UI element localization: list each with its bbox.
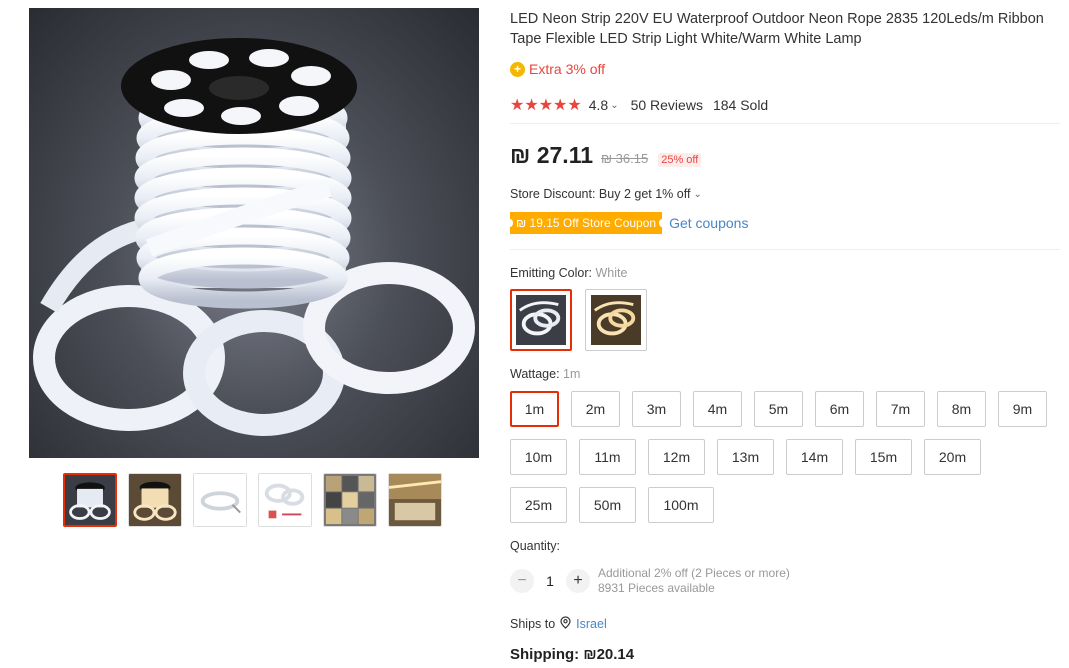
get-coupons-link[interactable]: Get coupons	[669, 215, 748, 231]
wattage-option-2m[interactable]: 2m	[571, 391, 620, 427]
wattage-option-14m[interactable]: 14m	[786, 439, 843, 475]
quantity-input[interactable]: 1	[534, 573, 566, 589]
wattage-option-7m[interactable]: 7m	[876, 391, 925, 427]
wattage-option-13m[interactable]: 13m	[717, 439, 774, 475]
bulk-discount-text: Additional 2% off (2 Pieces or more)	[598, 566, 790, 580]
shipping-cost: Shipping: ₪20.14	[510, 646, 635, 663]
extra-discount-text: Extra 3% off	[529, 61, 606, 77]
wattage-option-10m[interactable]: 10m	[510, 439, 567, 475]
color-selected-value: White	[595, 266, 628, 280]
coupon-row: ₪ 19.15 Off Store Coupon Get coupons	[506, 212, 748, 234]
thumbnail-1[interactable]	[63, 473, 117, 527]
product-main-image[interactable]	[29, 8, 479, 458]
ship-country-link[interactable]: Israel	[576, 617, 607, 631]
store-discount-text: Store Discount: Buy 2 get 1% off	[510, 187, 691, 201]
quantity-stepper: − 1 + Additional 2% off (2 Pieces or mor…	[510, 566, 790, 596]
plus-coin-icon: +	[510, 61, 525, 77]
quantity-note: Additional 2% off (2 Pieces or more) 893…	[598, 566, 790, 596]
extra-discount: + Extra 3% off	[510, 61, 605, 77]
wattage-option-9m[interactable]: 9m	[998, 391, 1047, 427]
wattage-option-12m[interactable]: 12m	[648, 439, 705, 475]
wattage-option-5m[interactable]: 5m	[754, 391, 803, 427]
chevron-down-icon: ⌄	[693, 188, 702, 200]
wattage-option-11m[interactable]: 11m	[579, 439, 636, 475]
thumbnail-5[interactable]	[323, 473, 377, 527]
stock-available-text: 8931 Pieces available	[598, 581, 715, 595]
wattage-option-8m[interactable]: 8m	[937, 391, 986, 427]
ships-to: Ships to Israel	[510, 616, 607, 632]
wattage-option-1m[interactable]: 1m	[510, 391, 559, 427]
color-swatches	[510, 289, 647, 351]
thumbnail-4[interactable]	[258, 473, 312, 527]
product-title: LED Neon Strip 220V EU Waterproof Outdoo…	[510, 11, 1044, 47]
color-label: Emitting Color: White	[510, 266, 627, 280]
divider	[510, 249, 1060, 250]
wattage-option-100m[interactable]: 100m	[648, 487, 714, 523]
rating-row: ★★★★★ 4.8 ⌄ 50 Reviews 184 Sold	[510, 95, 768, 115]
wattage-option-50m[interactable]: 50m	[579, 487, 636, 523]
wattage-label: Wattage: 1m	[510, 367, 580, 381]
star-icon: ★★★★★	[510, 97, 582, 114]
wattage-option-20m[interactable]: 20m	[924, 439, 981, 475]
discount-badge: 25% off	[658, 153, 702, 167]
wattage-option-4m[interactable]: 4m	[693, 391, 742, 427]
led-reel-illustration	[33, 38, 475, 436]
color-swatch-white[interactable]	[510, 289, 572, 351]
current-price: ₪ 27.11	[510, 142, 594, 168]
thumbnail-6[interactable]	[388, 473, 442, 527]
wattage-option-15m[interactable]: 15m	[855, 439, 912, 475]
wattage-option-3m[interactable]: 3m	[632, 391, 681, 427]
wattage-option-6m[interactable]: 6m	[815, 391, 864, 427]
quantity-increase-button[interactable]: +	[566, 569, 590, 593]
ships-to-label: Ships to	[510, 617, 556, 631]
wattage-selected-value: 1m	[563, 367, 581, 381]
store-coupon[interactable]: ₪ 19.15 Off Store Coupon	[506, 212, 666, 234]
wattage-label-text: Wattage:	[510, 367, 564, 381]
chevron-down-icon[interactable]: ⌄	[610, 100, 618, 111]
color-label-text: Emitting Color:	[510, 266, 596, 280]
wattage-option-25m[interactable]: 25m	[510, 487, 567, 523]
divider	[510, 123, 1060, 124]
quantity-decrease-button[interactable]: −	[510, 569, 534, 593]
store-discount[interactable]: Store Discount: Buy 2 get 1% off ⌄	[510, 187, 702, 201]
thumbnail-2[interactable]	[128, 473, 182, 527]
original-price: ₪ 36.15	[601, 151, 649, 166]
color-swatch-warm-white[interactable]	[585, 289, 647, 351]
location-pin-icon	[560, 616, 571, 632]
rating-value[interactable]: 4.8	[589, 97, 608, 113]
reviews-link[interactable]: 50 Reviews	[631, 97, 703, 113]
thumbnail-strip	[63, 473, 442, 527]
quantity-label: Quantity:	[510, 539, 561, 553]
thumbnail-3[interactable]	[193, 473, 247, 527]
price-row: ₪ 27.11 ₪ 36.15 25% off	[510, 142, 702, 169]
sold-count: 184 Sold	[712, 97, 769, 113]
